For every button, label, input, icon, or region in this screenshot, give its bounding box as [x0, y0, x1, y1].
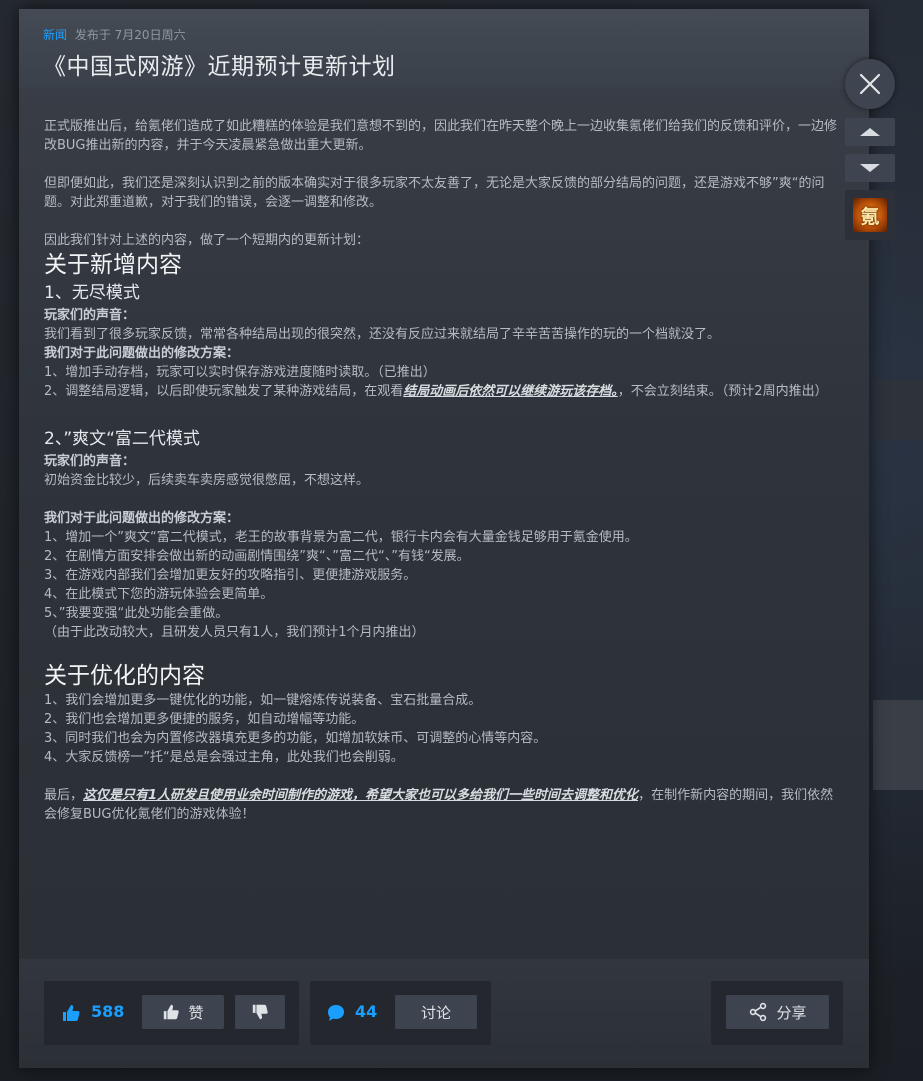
thumbs-down-icon: [252, 1004, 268, 1020]
page-title: 《中国式网游》近期预计更新计划: [43, 54, 396, 80]
comment-icon: [328, 1005, 344, 1021]
paragraph: 因此我们针对上述的内容，做了一个短期内的更新计划：: [44, 233, 370, 248]
close-button[interactable]: [845, 59, 895, 109]
plan-label: 我们对于此问题做出的修改方案：: [44, 346, 240, 361]
share-button[interactable]: 分享: [726, 995, 829, 1029]
list-item: 2、调整结局逻辑，以后即使玩家触发了某种游戏结局，在观看结局动画后依然可以继续游…: [44, 382, 844, 401]
voice-label: 玩家们的声音：: [44, 454, 136, 469]
list-item: 1、增加手动存档，玩家可以实时保存游戏进度随时读取。（已推出）: [44, 365, 436, 380]
list-item: 4、大家反馈榜一”托“是总是会强过主角，此处我们也会削弱。: [44, 750, 404, 765]
share-panel: 分享: [711, 981, 843, 1045]
paragraph: 正式版推出后，给氪佬们造成了如此糟糕的体验是我们意想不到的，因此我们在昨天整个晚…: [44, 119, 838, 153]
post-meta: 新闻 发布于 7月20日周六: [43, 26, 186, 43]
list-item: 3、同时我们也会为内置修改器填充更多的功能，如增加软妹币、可调整的心情等内容。: [44, 731, 547, 746]
list-text: 2、调整结局逻辑，以后即使玩家触发了某种游戏结局，在观看: [44, 384, 404, 399]
background-strip: [873, 700, 923, 790]
plan-label: 我们对于此问题做出的修改方案：: [44, 511, 240, 526]
share-icon: [750, 1002, 767, 1022]
thumbs-up-icon: [164, 1004, 180, 1020]
background-strip: [873, 380, 923, 440]
dislike-button[interactable]: [235, 995, 285, 1029]
note: （由于此改动较大，且研发人员只有1人，我们预计1个月内推出）: [44, 625, 425, 640]
subsection-heading: 2、”爽文“富二代模式: [44, 429, 200, 449]
section-heading: 关于新增内容: [44, 252, 182, 278]
close-icon: [859, 73, 881, 95]
previous-button[interactable]: [845, 118, 895, 146]
emphasis-text: 这仅是只有1人研发且使用业余时间制作的游戏，希望大家也可以多给我们一些时间去调整…: [83, 788, 639, 803]
chevron-up-icon: [860, 128, 880, 136]
paragraph: 初始资金比较少，后续卖车卖房感觉很憋屈，不想这样。: [44, 473, 370, 488]
discuss-button[interactable]: 讨论: [395, 995, 477, 1029]
list-item: 4、在此模式下您的游玩体验会更简单。: [44, 587, 274, 602]
final-text: 最后，: [44, 788, 84, 803]
paragraph: 最后，这仅是只有1人研发且使用业余时间制作的游戏，希望大家也可以多给我们一些时间…: [44, 786, 844, 824]
list-text: ，不会立刻结束。（预计2周内推出）: [617, 384, 828, 399]
list-item: 2、在剧情方面安排会做出新的动画剧情围绕”爽“、”富二代“、”有钱“发展。: [44, 549, 470, 564]
share-label: 分享: [776, 1003, 807, 1022]
article-body: 正式版推出后，给氪佬们造成了如此糟糕的体验是我们意想不到的，因此我们在昨天整个晚…: [44, 117, 844, 824]
comments-panel: 44 讨论: [310, 981, 491, 1045]
section-heading: 关于优化的内容: [44, 663, 205, 689]
thumbs-up-icon: [63, 1005, 80, 1021]
list-item: 3、在游戏内部我们会增加更友好的攻略指引、更便捷游戏服务。: [44, 568, 417, 583]
next-button[interactable]: [845, 154, 895, 182]
paragraph: 我们看到了很多玩家反馈，常常各种结局出现的很突然，还没有反应过来就结局了辛辛苦苦…: [44, 327, 721, 342]
paragraph: 但即便如此，我们还是深刻认识到之前的版本确实对于很多玩家不太友善了，无论是大家反…: [44, 176, 825, 210]
comment-count: 44: [355, 1002, 378, 1021]
app-icon: 氪: [853, 198, 887, 232]
modal-header: 新闻 发布于 7月20日周六 《中国式网游》近期预计更新计划: [19, 9, 869, 89]
list-item: 1、增加一个”爽文“富二代模式，老王的故事背景为富二代，银行卡内会有大量金钱足够…: [44, 530, 638, 545]
subsection-heading: 1、无尽模式: [44, 283, 140, 303]
chevron-down-icon: [860, 164, 880, 172]
like-count: 588: [91, 1002, 125, 1021]
like-label: 赞: [188, 1003, 204, 1022]
emphasis-text: 结局动画后依然可以继续游玩该存档。: [403, 384, 618, 399]
app-glyph: 氪: [860, 205, 880, 228]
voice-label: 玩家们的声音：: [44, 308, 136, 323]
app-icon-button[interactable]: 氪: [845, 190, 895, 240]
discuss-label: 讨论: [420, 1003, 451, 1022]
list-item: 2、我们也会增加更多便捷的服务，如自动增幅等功能。: [44, 712, 365, 727]
rating-panel: 588 赞: [44, 981, 299, 1045]
like-button[interactable]: 赞: [142, 995, 224, 1029]
list-item: 1、我们会增加更多一键优化的功能，如一键熔炼传说装备、宝石批量合成。: [44, 693, 482, 708]
modal-footer: 588 赞 44 讨论 分享: [19, 959, 869, 1068]
news-tag[interactable]: 新闻: [43, 28, 67, 42]
list-item: 5、”我要变强“此处功能会重做。: [44, 606, 229, 621]
post-date: 发布于 7月20日周六: [74, 28, 186, 42]
news-modal: 新闻 发布于 7月20日周六 《中国式网游》近期预计更新计划 正式版推出后，给氪…: [19, 9, 869, 1068]
